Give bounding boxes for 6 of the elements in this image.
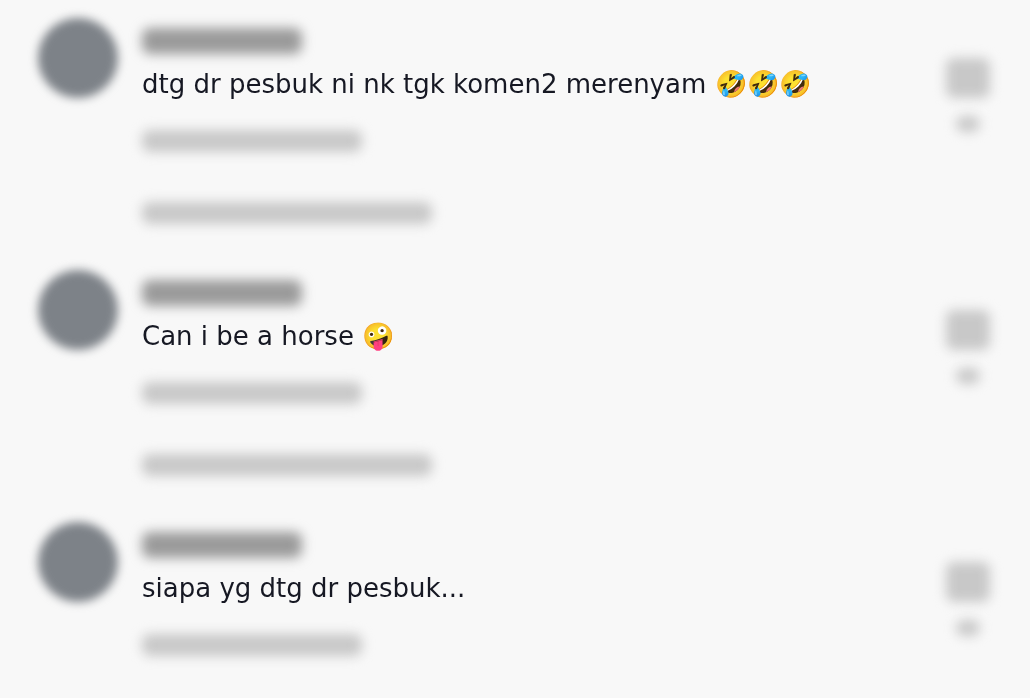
comment-text: siapa yg dtg dr pesbuk...: [142, 572, 467, 605]
blurred-like-count: [956, 620, 980, 636]
blurred-like-count: [956, 368, 980, 384]
comment-text: Can i be a horse 🤪: [142, 320, 396, 353]
blurred-like-count: [956, 116, 980, 132]
comment-text: dtg dr pesbuk ni nk tgk komen2 merenyam 🤣🤣🤣: [142, 68, 812, 101]
